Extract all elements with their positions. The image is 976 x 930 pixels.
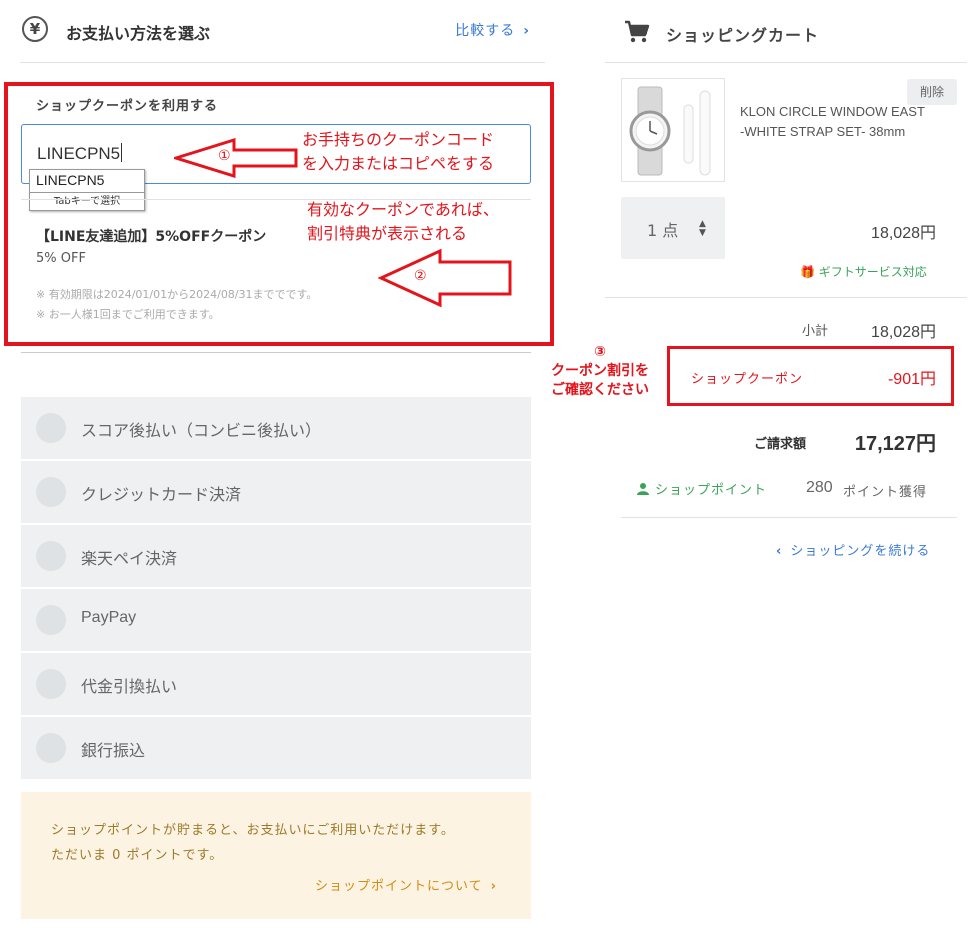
subtotal-value: 18,028円 [871, 324, 936, 341]
point-notice-line2: ただいま 0 ポイントです。 [51, 848, 224, 863]
billing-amount: 17,127円 [854, 433, 936, 455]
quantity-stepper[interactable]: 1 点 ▲ ▼ [621, 197, 725, 259]
annotation-mark-1: ① [218, 148, 231, 164]
billing-label: ご請求額 [754, 437, 807, 452]
chevron-left-icon: ‹ [776, 544, 783, 559]
shop-coupon-amount: -901円 [887, 371, 936, 388]
coupon-code-value: LINECPN5 [37, 144, 121, 163]
annotation-mark-3: ③ [594, 344, 606, 360]
divider [21, 352, 531, 353]
shop-coupon-label: ショップクーポン [691, 372, 804, 387]
payment-method-cod[interactable]: 代金引換払い [21, 653, 531, 715]
continue-shopping-link[interactable]: ‹ ショッピングを続ける [776, 540, 930, 559]
radio-button[interactable] [36, 669, 66, 699]
quantity-value: 1 点 [647, 221, 679, 240]
radio-button[interactable] [36, 413, 66, 443]
point-notice-line1: ショップポイントが貯まると、お支払いにご利用いただけます。 [51, 823, 455, 838]
payment-method-credit-card[interactable]: クレジットカード決済 [21, 461, 531, 523]
divider [20, 62, 545, 63]
annotation-text-3a: クーポン割引を [551, 363, 649, 379]
shop-point-label: ショップポイント [655, 483, 768, 498]
shop-point-value: 280 [806, 479, 833, 496]
payment-method-label: 楽天ペイ決済 [81, 549, 178, 568]
autocomplete-item[interactable]: LINECPN5 [36, 172, 104, 188]
radio-button[interactable] [36, 477, 66, 507]
radio-button[interactable] [36, 541, 66, 571]
payment-header: ¥ お支払い方法を選ぶ 比較する › [20, 14, 530, 50]
cart-icon [625, 20, 650, 43]
coupon-section-label: ショップクーポンを利用する [36, 99, 219, 114]
subtotal-label: 小計 [802, 324, 829, 339]
payment-method-label: 代金引換払い [81, 677, 178, 696]
gift-service: 🎁 ギフトサービス対応 [800, 263, 927, 280]
annotation-text-2a: 有効なクーポンであれば、 [307, 200, 499, 219]
coupon-validity-note: ※ 有効期限は2024/01/01から2024/08/31まででです。 [36, 288, 318, 301]
chevron-down-icon[interactable]: ▼ [699, 228, 706, 238]
item-price: 18,028円 [871, 225, 936, 242]
divider [605, 297, 967, 298]
compare-link-label: 比較する [455, 23, 516, 39]
compare-link[interactable]: 比較する › [455, 20, 530, 40]
autocomplete-popup[interactable]: LINECPN5 Tabキーで選択 [29, 169, 145, 211]
watch-image [629, 86, 711, 176]
radio-button[interactable] [36, 605, 66, 635]
payment-method-bank-transfer[interactable]: 銀行振込 [21, 717, 531, 779]
coupon-name: 【LINE友達追加】5%OFFクーポン [36, 229, 267, 245]
chevron-right-icon: › [523, 23, 530, 39]
payment-method-label: PayPay [81, 609, 137, 626]
text-caret [121, 143, 123, 162]
payment-method-score[interactable]: スコア後払い（コンビニ後払い） [21, 397, 531, 459]
annotation-mark-2: ② [414, 268, 427, 284]
gift-service-label: ギフトサービス対応 [818, 265, 927, 279]
annotation-text-1b: を入力またはコピペをする [302, 154, 495, 173]
payment-method-label: 銀行振込 [81, 741, 146, 760]
payment-method-label: クレジットカード決済 [81, 485, 242, 504]
annotation-text-2b: 割引特典が表示される [307, 224, 468, 243]
autocomplete-hint: Tabキーで選択 [30, 192, 144, 210]
payment-method-paypay[interactable]: PayPay [21, 589, 531, 651]
annotation-arrow-left-1 [174, 138, 298, 178]
gift-icon: 🎁 [800, 265, 815, 279]
payment-title: お支払い方法を選ぶ [66, 24, 211, 43]
annotation-text-3: ③ クーポン割引を ご確認ください [540, 343, 660, 400]
divider [605, 62, 967, 63]
shop-point-info-link[interactable]: ショップポイントについて › [315, 875, 497, 894]
shop-point-notice: ショップポイントが貯まると、お支払いにご利用いただけます。 ただいま 0 ポイン… [21, 792, 531, 919]
annotation-arrow-left-2 [378, 248, 512, 308]
continue-shopping-label: ショッピングを続ける [790, 544, 931, 559]
product-image[interactable] [621, 78, 725, 182]
shop-point-unit: ポイント獲得 [843, 485, 928, 500]
cart-title: ショッピングカート [666, 26, 820, 45]
payment-method-list: スコア後払い（コンビニ後払い） クレジットカード決済 楽天ペイ決済 PayPay… [21, 397, 531, 781]
coupon-discount: 5% OFF [36, 251, 86, 266]
person-icon [637, 483, 649, 495]
product-name[interactable]: KLON CIRCLE WINDOW EAST -WHITE STRAP SET… [740, 102, 930, 142]
divider [621, 517, 957, 518]
annotation-text-3b: ご確認ください [551, 382, 649, 398]
coupon-limit-note: ※ お一人様1回までご利用できます。 [36, 308, 220, 321]
payment-method-label: スコア後払い（コンビニ後払い） [81, 421, 322, 440]
yen-icon: ¥ [22, 16, 48, 42]
annotation-text-1a: お手持ちのクーポンコード [302, 130, 495, 149]
payment-method-rakuten-pay[interactable]: 楽天ペイ決済 [21, 525, 531, 587]
shop-point-info-label: ショップポイントについて [315, 879, 483, 894]
chevron-right-icon: › [490, 879, 497, 894]
radio-button[interactable] [36, 733, 66, 763]
